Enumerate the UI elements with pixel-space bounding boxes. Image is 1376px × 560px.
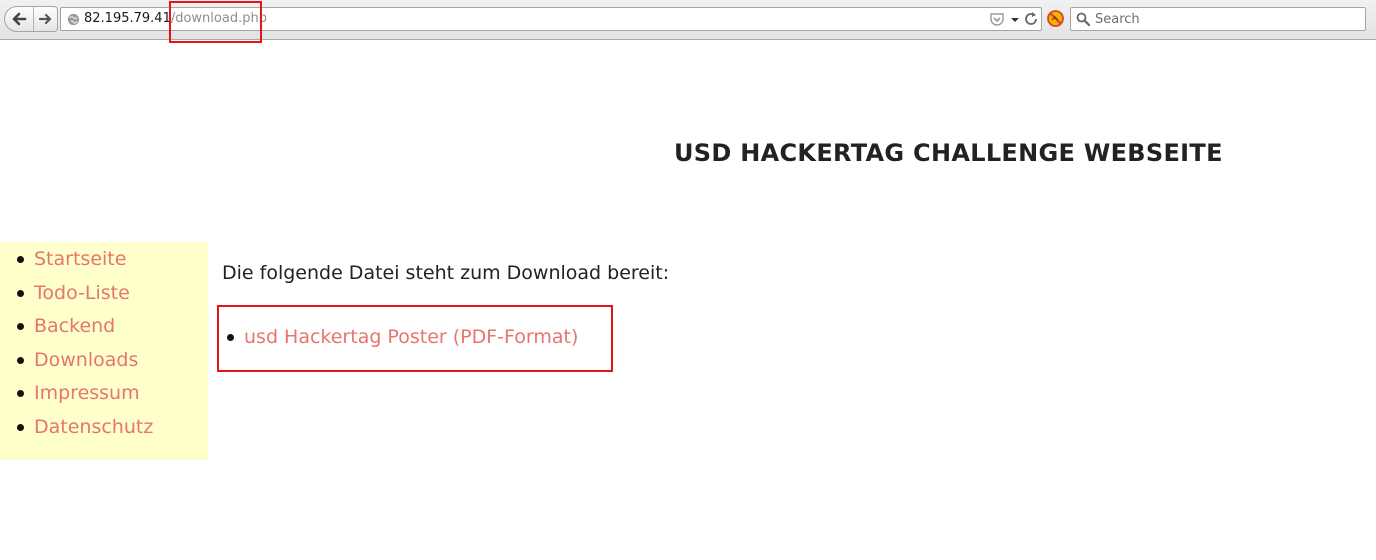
sidebar-item-todo-liste: Todo-Liste (0, 281, 130, 305)
search-bar[interactable] (1070, 7, 1366, 31)
download-intro-text: Die folgende Datei steht zum Download be… (222, 262, 670, 284)
nav-link-backend[interactable]: Backend (34, 315, 115, 337)
sidebar-item-impressum: Impressum (0, 381, 140, 405)
forward-button[interactable] (34, 7, 58, 31)
reload-icon[interactable] (1024, 11, 1039, 27)
sidebar-item-startseite: Startseite (0, 247, 126, 271)
search-input[interactable] (1095, 10, 1355, 28)
bullet (17, 389, 24, 397)
download-list-item: usd Hackertag Poster (PDF-Format) (227, 325, 578, 349)
url-host: 82.195.79.41 (84, 11, 171, 26)
sidebar-item-backend: Backend (0, 314, 115, 338)
bullet (17, 322, 24, 330)
noscript-icon[interactable] (1047, 10, 1064, 27)
bullet (227, 333, 234, 341)
bullet (17, 289, 24, 297)
nav-link-impressum[interactable]: Impressum (34, 382, 140, 404)
nav-link-startseite[interactable]: Startseite (34, 248, 126, 270)
globe-icon (67, 13, 80, 26)
nav-link-downloads[interactable]: Downloads (34, 349, 138, 371)
bullet (17, 356, 24, 364)
sidebar-item-downloads: Downloads (0, 348, 138, 372)
search-icon (1076, 12, 1090, 26)
sidebar-item-datenschutz: Datenschutz (0, 415, 153, 439)
url-path-highlight-box (169, 1, 262, 43)
nav-link-todo-liste[interactable]: Todo-Liste (34, 282, 130, 304)
bullet (17, 423, 24, 431)
nav-link-datenschutz[interactable]: Datenschutz (34, 416, 153, 438)
bullet (17, 255, 24, 263)
pocket-icon[interactable] (989, 12, 1005, 27)
arrow-right-icon (39, 13, 52, 25)
arrow-left-icon (12, 12, 27, 26)
chevron-down-icon[interactable] (1010, 12, 1020, 27)
sidebar-nav: Startseite Todo-Liste Backend Downloads … (0, 242, 208, 460)
page-title: USD HACKERTAG CHALLENGE WEBSEITE (674, 139, 1223, 167)
back-button[interactable] (5, 7, 34, 31)
nav-buttons (4, 6, 58, 32)
poster-download-link[interactable]: usd Hackertag Poster (PDF-Format) (244, 326, 578, 348)
